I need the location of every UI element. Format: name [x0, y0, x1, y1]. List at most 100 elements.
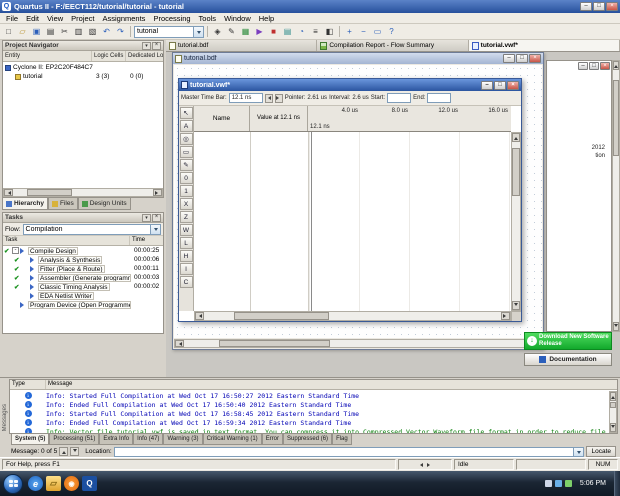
minimize-button[interactable]: –: [578, 62, 588, 70]
waveform-title-bar[interactable]: tutorial.vwf* – □ ×: [179, 79, 521, 91]
help-icon[interactable]: ?: [385, 25, 398, 38]
messages-tab[interactable]: Suppressed (6): [283, 434, 333, 445]
tree-row[interactable]: Cyclone II: EP2C20F484C7: [3, 63, 163, 72]
edit-tool-icon[interactable]: ✎: [179, 159, 193, 171]
scroll-up-button[interactable]: [512, 133, 520, 142]
close-button[interactable]: ×: [606, 2, 618, 11]
start-field[interactable]: [387, 93, 412, 103]
column-header-time[interactable]: Time: [130, 236, 163, 245]
vertical-scrollbar[interactable]: [511, 132, 521, 311]
messages-tab[interactable]: Info (47): [133, 434, 164, 445]
zoom-out-icon[interactable]: −: [357, 25, 370, 38]
navigator-tab[interactable]: Files: [48, 198, 78, 210]
start-button[interactable]: [3, 473, 23, 494]
save-icon[interactable]: ▣: [30, 25, 43, 38]
close-button[interactable]: ×: [600, 62, 610, 70]
compilation-report-icon[interactable]: ▤: [281, 25, 294, 38]
scroll-up-button[interactable]: [610, 392, 616, 401]
messages-tab[interactable]: Flag: [332, 434, 352, 445]
column-header-task[interactable]: Task: [3, 236, 130, 245]
invert-value-icon[interactable]: I: [179, 263, 193, 275]
column-header-message[interactable]: Message: [46, 380, 617, 389]
undo-icon[interactable]: ↶: [100, 25, 113, 38]
pin-planner-icon[interactable]: ▦: [239, 25, 252, 38]
scroll-up-button[interactable]: [613, 61, 619, 70]
navigator-tab[interactable]: Design Units: [77, 198, 131, 210]
scrollbar-thumb[interactable]: [27, 189, 72, 196]
scrollbar-thumb[interactable]: [512, 148, 520, 197]
select-tool-icon[interactable]: ↖: [179, 107, 193, 119]
print-icon[interactable]: ▤: [44, 25, 57, 38]
scrollbar-thumb[interactable]: [233, 312, 329, 320]
menu-item[interactable]: Project: [67, 14, 98, 23]
minimize-button[interactable]: –: [481, 80, 493, 90]
previous-message-button[interactable]: [59, 447, 69, 456]
expander-icon[interactable]: [22, 274, 29, 281]
step-left-button[interactable]: [264, 93, 273, 103]
menu-item[interactable]: Assignments: [99, 14, 150, 23]
messages-tab[interactable]: Warning (3): [163, 434, 203, 445]
locate-button[interactable]: Locate: [586, 446, 616, 457]
document-tab[interactable]: Compilation Report - Flow Summary: [317, 40, 469, 51]
message-row[interactable]: Info: Started Full Compilation at Wed Oc…: [10, 409, 609, 418]
cut-icon[interactable]: ✂: [58, 25, 71, 38]
task-row[interactable]: Program Device (Open Programmer): [3, 300, 163, 309]
value-column-header[interactable]: Value at 12.1 ns: [250, 106, 308, 131]
schematic-title-bar[interactable]: tutorial.bdf – □ ×: [173, 53, 543, 64]
column-header-type[interactable]: Type: [10, 380, 46, 389]
download-software-button[interactable]: Download New Software Release: [524, 332, 612, 350]
task-row[interactable]: EDA Netlist Writer: [3, 291, 163, 300]
prev-message-icon[interactable]: [418, 462, 423, 467]
settings-icon[interactable]: ◈: [211, 25, 224, 38]
value-z-icon[interactable]: Z: [179, 211, 193, 223]
document-tab[interactable]: tutorial.vwf*: [468, 40, 620, 51]
navigator-tab[interactable]: Hierarchy: [2, 198, 48, 210]
programmer-icon[interactable]: ◧: [323, 25, 336, 38]
taskbar-clock[interactable]: 5:06 PM: [575, 480, 611, 487]
scroll-left-button[interactable]: [195, 312, 204, 320]
message-row[interactable]: Info: Started Full Compilation at Wed Oc…: [10, 391, 609, 400]
messages-tab[interactable]: Processing (51): [49, 434, 100, 445]
menu-item[interactable]: Window: [220, 14, 255, 23]
messages-tab[interactable]: Critical Warning (1): [202, 434, 262, 445]
zoom-in-icon[interactable]: +: [343, 25, 356, 38]
task-row[interactable]: ✔ Analysis & Synthesis 00:00:06: [3, 255, 163, 264]
text-tool-icon[interactable]: A: [179, 120, 193, 132]
expander-icon[interactable]: [22, 292, 29, 299]
document-tab[interactable]: tutorial.bdf: [166, 40, 318, 51]
stop-icon[interactable]: ■: [267, 25, 280, 38]
open-file-icon[interactable]: ▱: [16, 25, 29, 38]
expander-icon[interactable]: -: [12, 247, 19, 254]
scroll-left-button[interactable]: [175, 340, 184, 347]
close-panel-button[interactable]: [152, 213, 161, 222]
start-compilation-icon[interactable]: ▶: [253, 25, 266, 38]
timing-analyzer-icon[interactable]: ◔: [295, 25, 308, 38]
redo-icon[interactable]: ↷: [114, 25, 127, 38]
value-w-icon[interactable]: W: [179, 224, 193, 236]
menu-item[interactable]: Tools: [195, 14, 221, 23]
project-combo[interactable]: tutorial: [134, 25, 204, 38]
column-header-dedicated-logic[interactable]: Dedicated Logic: [126, 51, 163, 61]
menu-item[interactable]: File: [2, 14, 22, 23]
documentation-button[interactable]: Documentation: [524, 353, 612, 366]
value-h-icon[interactable]: H: [179, 250, 193, 262]
chevron-down-icon[interactable]: [150, 224, 160, 234]
zoom-tool-icon[interactable]: ◎: [179, 133, 193, 145]
scroll-down-button[interactable]: [512, 301, 520, 310]
chevron-down-icon[interactable]: [573, 447, 584, 456]
scroll-right-button[interactable]: [501, 312, 510, 320]
messages-tab[interactable]: System (5): [11, 434, 50, 445]
column-header-logic-cells[interactable]: Logic Cells: [92, 51, 126, 61]
horizontal-scrollbar[interactable]: [174, 339, 542, 348]
fit-view-icon[interactable]: ▭: [371, 25, 384, 38]
compilation-report-window[interactable]: 2012 tion: [546, 60, 612, 332]
scrollbar-thumb[interactable]: [613, 80, 619, 156]
paste-icon[interactable]: ▧: [86, 25, 99, 38]
step-right-button[interactable]: [274, 93, 283, 103]
scrollbar-thumb[interactable]: [610, 401, 616, 409]
minimize-button[interactable]: –: [580, 2, 592, 11]
maximize-button[interactable]: □: [516, 54, 528, 63]
quartus-taskbar-icon[interactable]: Q: [82, 476, 97, 491]
end-field[interactable]: [427, 93, 452, 103]
assignment-editor-icon[interactable]: ✎: [225, 25, 238, 38]
